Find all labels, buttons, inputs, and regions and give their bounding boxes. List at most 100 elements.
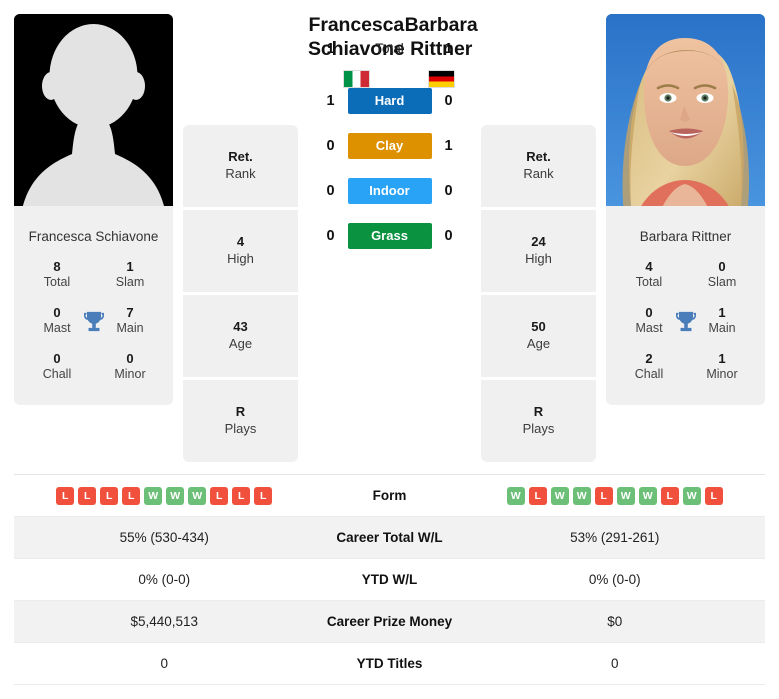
- left-info-column: Ret. Rank 4 High 43 Age R Plays: [183, 125, 298, 462]
- left-player-card-name: Francesca Schiavone: [28, 229, 159, 244]
- trophy-icon: [81, 309, 107, 335]
- left-info-rank-label: Rank: [225, 166, 256, 181]
- right-stat-slam: 0 Slam: [697, 259, 747, 291]
- left-form-badge[interactable]: L: [232, 486, 251, 505]
- right-career-total-wl: 53% (291-261): [570, 530, 660, 545]
- right-stat-main-label: Main: [708, 321, 736, 336]
- player-comparison-page: Francesca Schiavone 8 Total 1 Slam 0 Mas…: [0, 0, 779, 699]
- left-form-badges: LLLLWWWLLL: [14, 486, 315, 505]
- table-label-form: Form: [372, 488, 407, 503]
- table-row-career-total-wl: 55% (530-434) Career Total W/L 53% (291-…: [14, 517, 765, 559]
- right-form-badge[interactable]: L: [528, 486, 547, 505]
- surface-grass-bar[interactable]: Grass: [347, 222, 432, 249]
- left-career-total-wl: 55% (530-434): [119, 530, 209, 545]
- surface-indoor-bar[interactable]: Indoor: [347, 177, 432, 204]
- right-stat-minor-label: Minor: [706, 367, 738, 382]
- left-stat-main-label: Main: [116, 321, 144, 336]
- right-form-badge[interactable]: L: [704, 486, 723, 505]
- left-form-badge[interactable]: W: [166, 486, 185, 505]
- left-stat-main: 7 Main: [105, 305, 155, 337]
- right-info-rank-value: Ret.: [526, 149, 551, 165]
- left-form-badge[interactable]: L: [78, 486, 97, 505]
- left-info-rank: Ret. Rank: [183, 125, 298, 207]
- left-form-badge[interactable]: L: [122, 486, 141, 505]
- right-stat-main: 1 Main: [697, 305, 747, 337]
- right-info-plays-value: R: [533, 404, 544, 420]
- right-form-badge[interactable]: W: [550, 486, 569, 505]
- left-info-plays-label: Plays: [224, 421, 257, 436]
- surface-hard-bar[interactable]: Hard: [347, 87, 432, 114]
- right-info-plays: R Plays: [481, 380, 596, 462]
- right-form-badge[interactable]: W: [638, 486, 657, 505]
- right-form-badge[interactable]: W: [682, 486, 701, 505]
- right-info-age-label: Age: [526, 336, 551, 351]
- surface-hard-right-score: 0: [444, 92, 453, 109]
- comparison-table: LLLLWWWLLL Form WLWWLWWLWL 55% (530-434)…: [14, 474, 765, 685]
- left-player-photo[interactable]: [14, 14, 173, 217]
- right-stat-minor-value: 1: [718, 350, 726, 366]
- surface-clay-left-score: 0: [326, 137, 335, 154]
- left-ytd-titles: 0: [160, 656, 168, 671]
- right-player-photo[interactable]: [606, 14, 765, 217]
- right-info-high-label: High: [525, 251, 552, 266]
- surface-clay-right-score: 1: [444, 137, 453, 154]
- surface-row-grass: 0 Grass 0: [308, 219, 471, 253]
- table-row-ytd-titles: 0 YTD Titles 0: [14, 643, 765, 685]
- left-form-badge[interactable]: L: [210, 486, 229, 505]
- surface-clay-bar[interactable]: Clay: [347, 132, 432, 159]
- comparison-header: Francesca Schiavone 8 Total 1 Slam 0 Mas…: [0, 0, 779, 462]
- left-stat-slam: 1 Slam: [105, 259, 155, 291]
- right-form-badge[interactable]: L: [594, 486, 613, 505]
- left-form-badge[interactable]: L: [100, 486, 119, 505]
- left-titles-row-1: 8 Total 1 Slam: [22, 255, 165, 301]
- right-stat-minor: 1 Minor: [697, 351, 747, 383]
- right-stat-total: 4 Total: [624, 259, 674, 291]
- left-titles-grid: 8 Total 1 Slam 0 Mast 7 Main 0 Chall 0 M…: [22, 255, 165, 393]
- left-stat-slam-value: 1: [126, 259, 134, 275]
- right-stat-total-label: Total: [635, 275, 663, 290]
- right-player-column: Barbara Rittner 4 Total 0 Slam 0 Mast 1 …: [606, 14, 765, 405]
- avatar-placeholder-icon: [14, 14, 173, 217]
- left-stat-minor-value: 0: [126, 350, 134, 366]
- right-titles-row-3: 2 Chall 1 Minor: [614, 347, 757, 393]
- table-row-career-prize-money: $5,440,513 Career Prize Money $0: [14, 601, 765, 643]
- left-stat-total-label: Total: [43, 275, 71, 290]
- left-info-age: 43 Age: [183, 295, 298, 377]
- trophy-icon-svg: [83, 311, 104, 332]
- left-stat-chall-value: 0: [53, 350, 61, 366]
- right-stat-main-value: 1: [718, 305, 726, 321]
- right-form-badge[interactable]: W: [616, 486, 635, 505]
- surface-indoor-right-score: 0: [444, 182, 453, 199]
- left-form-badge[interactable]: W: [144, 486, 163, 505]
- surface-grass-left-score: 0: [326, 227, 335, 244]
- right-stat-mast-value: 0: [645, 305, 653, 321]
- right-info-age: 50 Age: [481, 295, 596, 377]
- left-stat-total-value: 8: [53, 259, 61, 275]
- right-form-badge[interactable]: W: [506, 486, 525, 505]
- right-stat-slam-value: 0: [718, 259, 726, 275]
- left-info-plays: R Plays: [183, 380, 298, 462]
- right-ytd-wl: 0% (0-0): [588, 572, 641, 587]
- right-stat-chall: 2 Chall: [624, 351, 674, 383]
- surface-breakdown: 1 Total 1 1 Hard 0 0 Clay 1 0 Indoor 0 0…: [308, 32, 471, 264]
- right-stat-total-value: 4: [645, 259, 653, 275]
- left-career-prize-money: $5,440,513: [130, 614, 199, 629]
- left-form-badge[interactable]: W: [188, 486, 207, 505]
- right-stat-slam-label: Slam: [707, 275, 737, 290]
- right-titles-grid: 4 Total 0 Slam 0 Mast 1 Main 2 Chall 1 M…: [614, 255, 757, 393]
- left-titles-row-2: 0 Mast 7 Main: [22, 301, 165, 347]
- right-info-column: Ret. Rank 24 High 50 Age R Plays: [481, 125, 596, 462]
- left-stat-mast: 0 Mast: [32, 305, 82, 337]
- right-form-badge[interactable]: L: [660, 486, 679, 505]
- left-info-age-value: 43: [233, 319, 248, 335]
- left-stat-slam-label: Slam: [115, 275, 145, 290]
- surface-grass-right-score: 0: [444, 227, 453, 244]
- table-row-form: LLLLWWWLLL Form WLWWLWWLWL: [14, 475, 765, 517]
- right-titles-row-1: 4 Total 0 Slam: [614, 255, 757, 301]
- right-form-badge[interactable]: W: [572, 486, 591, 505]
- left-form-badge[interactable]: L: [56, 486, 75, 505]
- left-form-badge[interactable]: L: [254, 486, 273, 505]
- right-info-rank: Ret. Rank: [481, 125, 596, 207]
- right-ytd-titles: 0: [610, 656, 619, 671]
- left-player-stats-card: Francesca Schiavone 8 Total 1 Slam 0 Mas…: [14, 217, 173, 405]
